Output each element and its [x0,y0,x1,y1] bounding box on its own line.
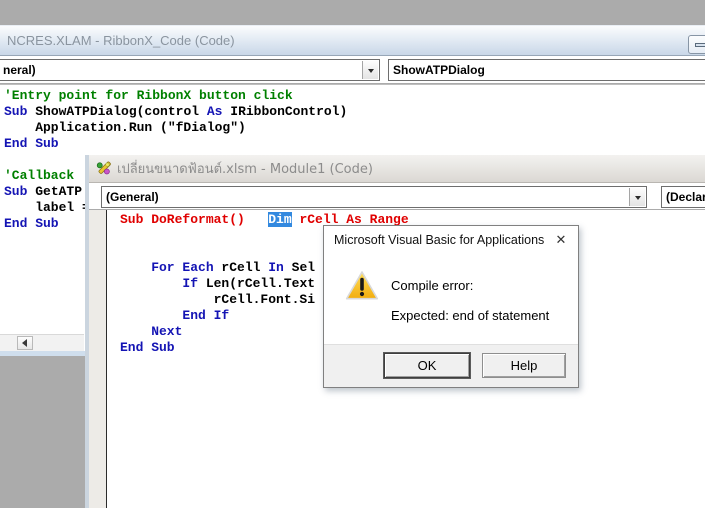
window2-title: เปลี่ยนขนาดฟ้อนต์.xlsm - Module1 (Code) [117,158,373,179]
window1-horizontal-scrollbar[interactable] [0,334,84,351]
scroll-left-icon[interactable] [17,336,33,350]
object-dropdown-2-value: (General) [106,190,159,204]
compile-error-dialog: Microsoft Visual Basic for Applications … [323,225,579,388]
code-line: 'Entry point for RibbonX button click [4,88,347,104]
window1-combo-row: neral) ShowATPDialog [0,56,705,84]
procedure-dropdown[interactable]: ShowATPDialog [388,59,705,81]
window2-combo-row: (General) (Declarat [89,183,705,210]
chevron-down-icon[interactable] [629,188,645,206]
help-button[interactable]: Help [482,353,566,378]
window2-titlebar[interactable]: เปลี่ยนขนาดฟ้อนต์.xlsm - Module1 (Code) [89,155,705,183]
vbe-mdi-background: NCRES.XLAM - RibbonX_Code (Code) neral) … [0,0,705,508]
code-line: Sub ShowATPDialog(control As IRibbonCont… [4,104,347,120]
ok-button[interactable]: OK [384,353,470,378]
dialog-title: Microsoft Visual Basic for Applications [334,233,544,247]
window1-title: NCRES.XLAM - RibbonX_Code (Code) [7,33,235,48]
object-dropdown[interactable]: neral) [0,59,380,81]
procedure-dropdown-value: ShowATPDialog [393,63,485,77]
chevron-down-icon[interactable] [362,61,378,79]
code-line: Application.Run ("fDialog") [4,120,347,136]
object-dropdown-value: neral) [3,63,36,77]
error-message-line2: Expected: end of statement [391,308,549,323]
minimize-icon [695,43,705,47]
margin-indicator-bar [89,210,107,508]
minimize-button[interactable] [688,35,705,54]
close-icon[interactable]: ✕ [552,231,570,249]
window1-titlebar[interactable]: NCRES.XLAM - RibbonX_Code (Code) [0,25,705,56]
object-dropdown-2[interactable]: (General) [101,186,647,208]
dialog-footer: OK Help [324,344,578,387]
procedure-dropdown-2-value: (Declarat [666,190,705,204]
error-message-line1: Compile error: [391,278,473,293]
warning-icon [345,270,379,306]
procedure-dropdown-2[interactable]: (Declarat [661,186,705,208]
module-icon [96,161,111,176]
code-line: End Sub [4,136,347,152]
